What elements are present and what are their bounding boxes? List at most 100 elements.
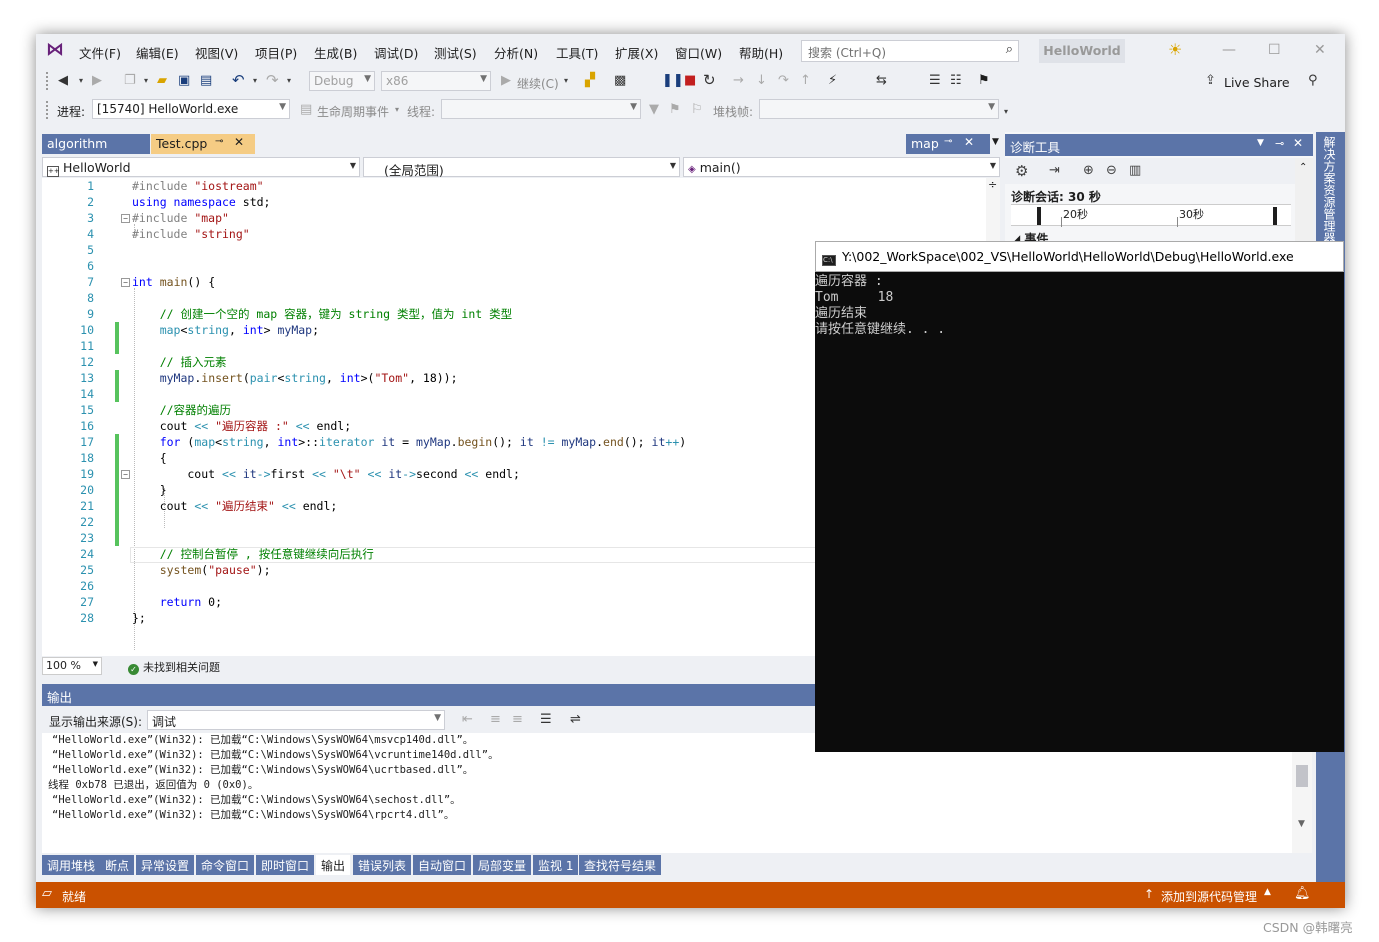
pin-icon[interactable]: ⊸: [215, 136, 223, 147]
live-share-icon[interactable]: ⇪: [1205, 73, 1216, 89]
comment-icon[interactable]: ☰: [929, 73, 941, 89]
fold-toggle[interactable]: −: [121, 278, 130, 287]
live-share-button[interactable]: Live Share: [1224, 75, 1290, 90]
tab-overflow-icon[interactable]: ▼: [992, 137, 999, 147]
menu-window[interactable]: 窗口(W): [675, 43, 722, 62]
back-icon[interactable]: ◀: [58, 73, 68, 89]
menu-extensions[interactable]: 扩展(X): [615, 43, 658, 62]
word-wrap-icon[interactable]: ⇌: [570, 712, 581, 728]
stop-debugging-icon[interactable]: ■: [684, 73, 696, 89]
screenshot-icon[interactable]: ▩: [614, 73, 626, 89]
menu-edit[interactable]: 编辑(E): [136, 43, 179, 62]
new-dropdown-icon[interactable]: ▾: [144, 73, 148, 89]
thread-select[interactable]: ▼: [441, 99, 641, 119]
add-to-source-control-button[interactable]: 添加到源代码管理: [1161, 888, 1257, 905]
step-into-icon[interactable]: ↓: [756, 73, 767, 89]
continue-play-icon[interactable]: ▶: [501, 73, 511, 89]
thread-icon[interactable]: ⇆: [876, 73, 887, 89]
show-flagged-icon[interactable]: ⚐: [691, 102, 703, 118]
restart-icon[interactable]: ↻: [703, 72, 716, 88]
timeline-start-handle[interactable]: [1037, 207, 1041, 225]
solution-explorer-tab[interactable]: 解决方案资源管理器: [1322, 136, 1338, 244]
zoom-select[interactable]: 100 % ▼: [42, 657, 102, 675]
step-out-icon[interactable]: ↑: [800, 73, 811, 89]
process-icon[interactable]: ▞: [585, 73, 595, 89]
lifecycle-events-button[interactable]: 生命周期事件: [317, 103, 389, 120]
close-tab-icon[interactable]: ✕: [234, 135, 244, 149]
menu-build[interactable]: 生成(B): [314, 43, 357, 62]
issues-indicator[interactable]: ✓ 未找到相关问题: [128, 659, 220, 675]
reset-zoom-icon[interactable]: ▥: [1129, 163, 1141, 179]
scope-select[interactable]: (全局范围) ▼: [363, 157, 680, 178]
uncomment-icon[interactable]: ☷: [950, 73, 962, 89]
save-all-icon[interactable]: ▤: [200, 73, 212, 89]
flag-thread-icon[interactable]: ⚑: [669, 102, 681, 118]
tab-output[interactable]: 输出: [316, 855, 351, 875]
maximize-icon[interactable]: ☐: [1268, 42, 1281, 58]
timeline-end-handle[interactable]: [1273, 207, 1277, 225]
diagnostic-scrollbar[interactable]: ⌃: [1295, 158, 1313, 252]
output-source-select[interactable]: 调试 ▼: [147, 710, 445, 730]
clear-all-icon[interactable]: ☰: [540, 712, 552, 728]
feedback-lightbulb-icon[interactable]: ☀: [1168, 40, 1182, 59]
tab-command-window[interactable]: 命令窗口: [196, 855, 255, 875]
tab-call-stack[interactable]: 调用堆栈: [42, 855, 101, 875]
account-icon[interactable]: ⚲: [1308, 73, 1318, 89]
toolbar-overflow-icon[interactable]: ▾: [1004, 104, 1008, 120]
lifecycle-icon[interactable]: ▤: [300, 102, 312, 118]
select-tools-icon[interactable]: ⇥: [1049, 163, 1060, 179]
notification-bell-icon[interactable]: 🔔︎: [1294, 886, 1311, 901]
continue-dropdown-icon[interactable]: ▾: [564, 73, 568, 89]
undo-dropdown-icon[interactable]: ▾: [253, 73, 257, 89]
bookmark-icon[interactable]: ⚑: [978, 73, 990, 89]
step-over-icon[interactable]: ↷: [778, 73, 789, 89]
tab-exception-settings[interactable]: 异常设置: [136, 855, 195, 875]
tab-find-symbol-results[interactable]: 查找符号结果: [579, 855, 662, 875]
continue-button[interactable]: 继续(C): [517, 75, 559, 92]
console-window[interactable]: C:\ Y:\002_WorkSpace\002_VS\HelloWorld\He…: [815, 241, 1344, 752]
back-dropdown-icon[interactable]: ▾: [79, 73, 83, 89]
tab-error-list[interactable]: 错误列表: [353, 855, 412, 875]
timeline-ruler[interactable]: 20秒 30秒: [1011, 204, 1291, 227]
redo-dropdown-icon[interactable]: ▾: [287, 73, 291, 89]
tab-locals[interactable]: 局部变量: [473, 855, 532, 875]
save-icon[interactable]: ▣: [178, 73, 190, 89]
menu-file[interactable]: 文件(F): [79, 43, 121, 62]
tab-map[interactable]: map ⊸ ✕: [906, 134, 990, 154]
new-project-icon[interactable]: ❐: [124, 73, 136, 89]
scroll-up-icon[interactable]: ⌃: [1299, 162, 1307, 173]
pin-icon[interactable]: ⊸: [1275, 137, 1284, 150]
process-select[interactable]: [15740] HelloWorld.exe ▼: [92, 99, 290, 119]
scrollbar-thumb[interactable]: [1296, 765, 1308, 787]
tab-breakpoints[interactable]: 断点: [100, 855, 135, 875]
prev-message-icon[interactable]: ≡: [490, 712, 501, 728]
menu-analyze[interactable]: 分析(N): [494, 43, 538, 62]
close-icon[interactable]: ✕: [1314, 42, 1326, 58]
forward-icon[interactable]: ▶: [92, 73, 102, 89]
scroll-down-icon[interactable]: ▼: [1298, 819, 1305, 829]
hot-reload-icon[interactable]: ⚡: [828, 73, 837, 89]
undo-icon[interactable]: ↶: [232, 72, 245, 88]
member-select[interactable]: ◈ main() ▼: [683, 157, 1000, 177]
close-tab-icon[interactable]: ✕: [964, 135, 974, 149]
stackframe-select[interactable]: ▼: [759, 99, 999, 119]
filter-icon[interactable]: ▼: [649, 102, 659, 118]
tab-watch-1[interactable]: 监视 1: [533, 855, 579, 875]
minimize-icon[interactable]: —: [1222, 42, 1236, 58]
tab-test-cpp[interactable]: Test.cpp ⊸ ✕: [151, 134, 255, 154]
platform-select[interactable]: x86 ▼: [381, 71, 491, 91]
lifecycle-dropdown-icon[interactable]: ▾: [395, 102, 399, 118]
settings-gear-icon[interactable]: ⚙: [1015, 163, 1028, 179]
menu-project[interactable]: 项目(P): [255, 43, 297, 62]
solution-config-select[interactable]: Debug ▼: [309, 71, 375, 91]
zoom-in-icon[interactable]: ⊕: [1083, 163, 1094, 179]
show-next-statement-icon[interactable]: →: [733, 73, 744, 89]
menu-help[interactable]: 帮助(H): [739, 43, 783, 62]
fold-toggle[interactable]: −: [121, 470, 130, 479]
search-input[interactable]: 搜索 (Ctrl+Q) ⌕: [801, 40, 1019, 62]
redo-icon[interactable]: ↷: [266, 72, 279, 88]
menu-test[interactable]: 测试(S): [434, 43, 477, 62]
panel-dropdown-icon[interactable]: ▼: [1257, 138, 1264, 148]
next-message-icon[interactable]: ≡: [512, 712, 523, 728]
close-panel-icon[interactable]: ✕: [1293, 136, 1303, 150]
